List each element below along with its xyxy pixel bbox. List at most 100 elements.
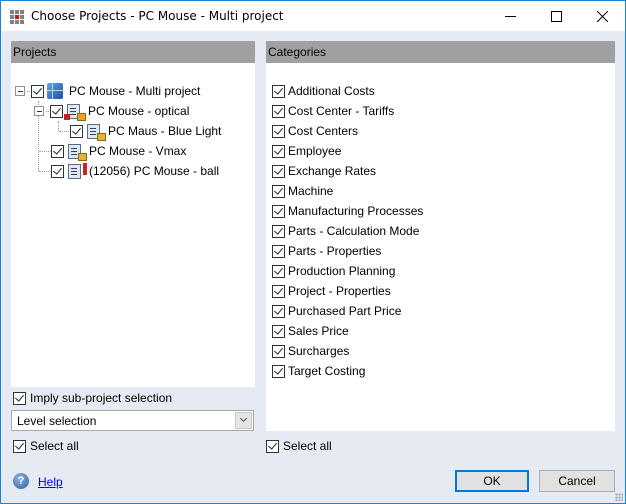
checkbox-label: Select all bbox=[283, 439, 332, 453]
categories-header: Categories bbox=[266, 41, 615, 63]
checkbox[interactable] bbox=[266, 439, 279, 453]
category-checkbox[interactable] bbox=[272, 324, 285, 338]
category-label: Purchased Part Price bbox=[288, 304, 402, 318]
tree-line bbox=[39, 151, 51, 152]
category-item[interactable]: Employee bbox=[272, 141, 341, 161]
maximize-button[interactable] bbox=[533, 1, 579, 31]
category-item[interactable]: Production Planning bbox=[272, 261, 395, 281]
category-checkbox[interactable] bbox=[272, 104, 285, 118]
tree-node-optical[interactable]: PC Mouse - optical bbox=[34, 101, 189, 121]
tree-node-ball[interactable]: (12056) PC Mouse - ball bbox=[51, 161, 219, 181]
tree-node-blue-light[interactable]: PC Maus - Blue Light bbox=[70, 121, 221, 141]
collapse-toggle[interactable] bbox=[34, 106, 44, 116]
ok-button[interactable]: OK bbox=[455, 470, 529, 492]
resize-grip[interactable] bbox=[615, 493, 623, 501]
category-item[interactable]: Exchange Rates bbox=[272, 161, 376, 181]
tree-node-vmax[interactable]: PC Mouse - Vmax bbox=[51, 141, 186, 161]
category-checkbox[interactable] bbox=[272, 244, 285, 258]
category-label: Surcharges bbox=[288, 344, 350, 358]
tree-checkbox[interactable] bbox=[70, 124, 83, 138]
checkbox-label: Imply sub-project selection bbox=[30, 391, 173, 405]
category-item[interactable]: Surcharges bbox=[272, 341, 349, 361]
category-checkbox[interactable] bbox=[272, 84, 285, 98]
category-checkbox[interactable] bbox=[272, 184, 285, 198]
category-checkbox[interactable] bbox=[272, 124, 285, 138]
category-label: Parts - Calculation Mode bbox=[288, 224, 420, 238]
category-item[interactable]: Sales Price bbox=[272, 321, 349, 341]
multi-project-icon bbox=[47, 83, 63, 99]
category-label: Manufacturing Processes bbox=[288, 204, 424, 218]
close-icon bbox=[596, 10, 608, 22]
locked-project-icon bbox=[86, 123, 106, 141]
category-label: Machine bbox=[288, 184, 334, 198]
category-item[interactable]: Target Costing bbox=[272, 361, 365, 381]
projects-panel: Projects PC Mouse - Multi project PC Mou… bbox=[11, 41, 255, 405]
tree-node-label: PC Mouse - Multi project bbox=[69, 84, 201, 98]
category-label: Exchange Rates bbox=[288, 164, 377, 178]
category-item[interactable]: Cost Centers bbox=[272, 121, 358, 141]
checkbox[interactable] bbox=[13, 439, 26, 453]
locked-project-icon bbox=[64, 103, 86, 121]
categories-panel: Categories Additional Costs Cost Center -… bbox=[266, 41, 615, 431]
category-checkbox[interactable] bbox=[272, 264, 285, 278]
tree-line bbox=[58, 121, 59, 131]
category-item[interactable]: Cost Center - Tariffs bbox=[272, 101, 394, 121]
help-icon[interactable]: ? bbox=[13, 473, 29, 489]
category-label: Parts - Properties bbox=[288, 244, 382, 258]
category-label: Target Costing bbox=[288, 364, 366, 378]
cancel-button[interactable]: Cancel bbox=[539, 470, 615, 492]
help-link[interactable]: Help bbox=[38, 475, 63, 489]
category-item[interactable]: Additional Costs bbox=[272, 81, 375, 101]
choose-projects-dialog: Choose Projects - PC Mouse - Multi proje… bbox=[0, 0, 626, 504]
chevron-down-icon[interactable] bbox=[235, 412, 252, 429]
category-item[interactable]: Machine bbox=[272, 181, 333, 201]
tree-checkbox[interactable] bbox=[51, 144, 64, 158]
categories-select-all-checkbox[interactable]: Select all bbox=[266, 439, 332, 453]
locked-project-icon bbox=[67, 143, 87, 161]
close-button[interactable] bbox=[579, 1, 625, 31]
flagged-project-icon bbox=[67, 163, 87, 179]
tree-node-multi-project[interactable]: PC Mouse - Multi project bbox=[15, 81, 200, 101]
maximize-icon bbox=[550, 10, 562, 22]
level-selection-dropdown[interactable]: Level selection bbox=[11, 410, 254, 431]
minimize-button[interactable] bbox=[487, 1, 533, 31]
dropdown-value: Level selection bbox=[17, 414, 97, 428]
tree-checkbox[interactable] bbox=[31, 84, 44, 98]
category-checkbox[interactable] bbox=[272, 344, 285, 358]
projects-select-all-checkbox[interactable]: Select all bbox=[13, 439, 79, 453]
tree-node-label: PC Mouse - optical bbox=[88, 104, 190, 118]
tree-node-label: PC Maus - Blue Light bbox=[108, 124, 222, 138]
category-label: Cost Center - Tariffs bbox=[288, 104, 395, 118]
category-label: Production Planning bbox=[288, 264, 396, 278]
checkbox[interactable] bbox=[13, 391, 26, 405]
category-item[interactable]: Parts - Properties bbox=[272, 241, 381, 261]
collapse-toggle[interactable] bbox=[15, 86, 25, 96]
window-title: Choose Projects - PC Mouse - Multi proje… bbox=[31, 9, 284, 23]
checkbox-label: Select all bbox=[30, 439, 79, 453]
tree-node-label: PC Mouse - Vmax bbox=[89, 144, 187, 158]
category-item[interactable]: Purchased Part Price bbox=[272, 301, 401, 321]
category-checkbox[interactable] bbox=[272, 284, 285, 298]
minimize-icon bbox=[504, 15, 516, 17]
category-item[interactable]: Parts - Calculation Mode bbox=[272, 221, 419, 241]
category-label: Employee bbox=[288, 144, 342, 158]
category-checkbox[interactable] bbox=[272, 144, 285, 158]
category-item[interactable]: Project - Properties bbox=[272, 281, 391, 301]
category-checkbox[interactable] bbox=[272, 204, 285, 218]
category-label: Project - Properties bbox=[288, 284, 391, 298]
tree-line bbox=[39, 171, 51, 172]
imply-sub-project-checkbox[interactable]: Imply sub-project selection bbox=[13, 391, 172, 405]
projects-header: Projects bbox=[11, 41, 255, 63]
category-label: Sales Price bbox=[288, 324, 349, 338]
tree-checkbox[interactable] bbox=[50, 104, 63, 118]
category-item[interactable]: Manufacturing Processes bbox=[272, 201, 423, 221]
category-checkbox[interactable] bbox=[272, 304, 285, 318]
tree-checkbox[interactable] bbox=[51, 164, 64, 178]
category-label: Cost Centers bbox=[288, 124, 359, 138]
category-checkbox[interactable] bbox=[272, 164, 285, 178]
category-checkbox[interactable] bbox=[272, 364, 285, 378]
title-bar: Choose Projects - PC Mouse - Multi proje… bbox=[1, 1, 625, 31]
tree-line bbox=[59, 131, 69, 132]
category-checkbox[interactable] bbox=[272, 224, 285, 238]
tree-node-label: (12056) PC Mouse - ball bbox=[89, 164, 220, 178]
